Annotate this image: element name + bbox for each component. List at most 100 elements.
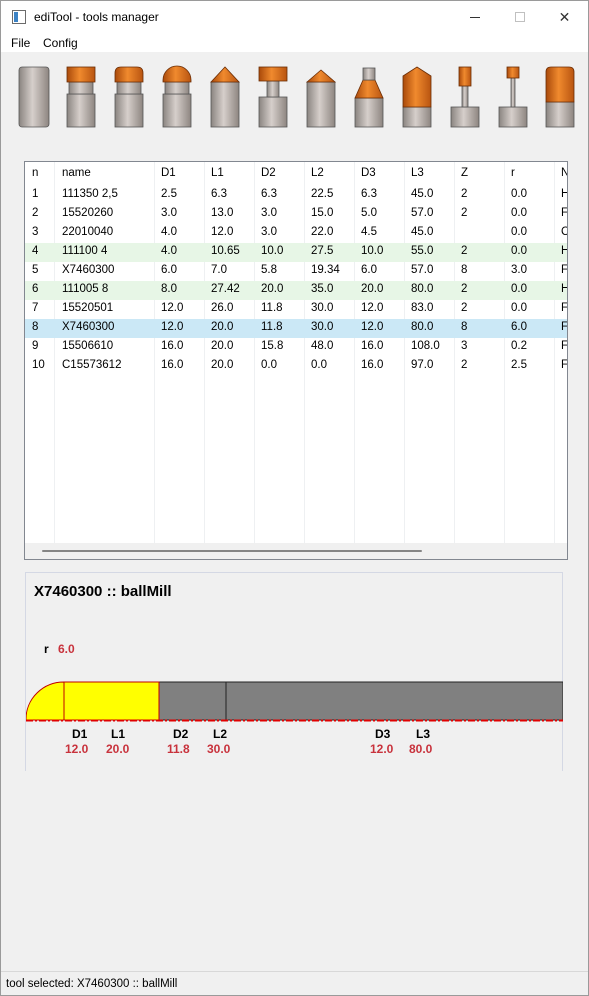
tool-button-countersink[interactable]: [401, 64, 437, 130]
small-engraving-icon: [498, 66, 528, 128]
tool-button-flat-mill[interactable]: [18, 64, 54, 130]
table-cell: 6.0: [361, 264, 377, 276]
tool-button-chamfer-mill[interactable]: [209, 64, 245, 130]
d2-label: D2: [173, 727, 189, 741]
l2-label: L2: [213, 727, 228, 741]
tool-button-bull-mill[interactable]: [113, 64, 149, 130]
table-cell: 5.0: [361, 207, 377, 219]
table-cell: 16.0: [161, 359, 184, 371]
l3-value: 80.0: [409, 742, 433, 756]
d3-value: 12.0: [370, 742, 394, 756]
table-cell: 0.2: [511, 340, 527, 352]
table-cell: 3.0: [261, 226, 277, 238]
tool-detail-panel: X7460300 :: ballMill r 6.0 D1 12.0 L1 20…: [25, 572, 563, 771]
table-cell: 11.8: [261, 302, 283, 314]
table-cell: C15573612: [62, 359, 122, 371]
table-cell: 20.0: [211, 340, 234, 352]
column-header[interactable]: D2: [261, 167, 276, 179]
table-cell: 15506610: [62, 340, 114, 352]
table-cell: 27.5: [311, 245, 334, 257]
table-cell: 6.3: [261, 188, 277, 200]
table-cell: 20.0: [211, 321, 234, 333]
column-header[interactable]: name: [62, 167, 91, 179]
table-row[interactable]: 9 15506610 16.0 20.0 15.8 48.0 16.0 108.0 3 0.2 F: [25, 338, 567, 357]
tool-button-rough-mill[interactable]: [544, 64, 580, 130]
l3-label: L3: [416, 727, 431, 741]
column-header[interactable]: D3: [361, 167, 376, 179]
table-row[interactable]: 4 111100 4 4.0 10.65 10.0 27.5 10.0 55.0 2 0.0 H: [25, 243, 567, 262]
table-cell: 16.0: [361, 359, 384, 371]
table-header: n name D1 L1 D2 L2 D3 L3 Z r N: [25, 165, 567, 184]
tool-profile-diagram: [26, 681, 563, 722]
column-header[interactable]: n: [32, 167, 38, 179]
table-cell: 0.0: [511, 226, 527, 238]
tool-button-small-engraving[interactable]: [497, 64, 533, 130]
column-header[interactable]: L3: [411, 167, 424, 179]
window-title: ediTool - tools manager: [34, 10, 159, 24]
table-cell: 10.0: [361, 245, 384, 257]
table-cell: F: [561, 359, 568, 371]
table-cell: 22010040: [62, 226, 114, 238]
table-row[interactable]: 1 111350 2,5 2.5 6.3 6.3 22.5 6.3 45.0 2 0.0 H: [25, 186, 567, 205]
rough-mill-icon: [545, 66, 575, 128]
horizontal-scrollbar[interactable]: [25, 543, 567, 559]
ball-nose: [26, 681, 65, 721]
column-header[interactable]: L2: [311, 167, 324, 179]
table-cell: 35.0: [311, 283, 334, 295]
l1-label: L1: [111, 727, 126, 741]
table-cell: 13.0: [211, 207, 234, 219]
table-cell: 7.0: [211, 264, 227, 276]
bull-mill-icon: [114, 66, 144, 128]
table-cell: 48.0: [311, 340, 334, 352]
app-icon: [12, 10, 26, 24]
table-cell: 27.42: [211, 283, 240, 295]
table-cell: F: [561, 302, 568, 314]
table-cell: 30.0: [311, 321, 334, 333]
table-row[interactable]: 6111005 88.027.4220.035.020.080.020.0H: [25, 281, 567, 300]
table-cell: 4.5: [361, 226, 377, 238]
table-row[interactable]: 3 22010040 4.0 12.0 3.0 22.0 4.5 45.0 0.0 C: [25, 224, 567, 243]
table-cell: 2: [461, 359, 468, 371]
tool-button-ball-mill[interactable]: [161, 64, 197, 130]
table-row[interactable]: 5 X7460300 6.0 7.0 5.8 19.34 6.0 57.0 8 3.0 F: [25, 262, 567, 281]
minimize-icon: [469, 16, 480, 18]
stepped-tool-icon: [66, 66, 96, 128]
tool-button-engraving[interactable]: [449, 64, 485, 130]
table-cell: 2: [461, 245, 468, 257]
table-cell: 11.8: [261, 321, 283, 333]
l1-value: 20.0: [106, 742, 130, 756]
table-row[interactable]: 7 15520501 12.0 26.0 11.8 30.0 12.0 83.0 2 0.0 F: [25, 300, 567, 319]
column-header[interactable]: L1: [211, 167, 224, 179]
table-cell: 2: [461, 188, 468, 200]
close-button[interactable]: ✕: [542, 1, 587, 33]
countersink-icon: [402, 66, 432, 128]
table-cell: 0.0: [261, 359, 277, 371]
tool-button-t-slot-mill[interactable]: [257, 64, 293, 130]
column-header[interactable]: r: [511, 167, 515, 179]
tool-button-stepped[interactable]: [65, 64, 101, 130]
menu-config[interactable]: Config: [43, 36, 78, 50]
tools-table[interactable]: n name D1 L1 D2 L2 D3 L3 Z r N 1 111350 2…: [24, 161, 568, 560]
column-header[interactable]: Z: [461, 167, 468, 179]
column-header[interactable]: N: [561, 167, 567, 179]
table-cell: 80.0: [411, 283, 434, 295]
maximize-button[interactable]: [497, 1, 542, 33]
tool-detail-title: X7460300 :: ballMill: [34, 583, 172, 600]
tool-button-drill[interactable]: [305, 64, 341, 130]
table-row[interactable]: 2 15520260 3.0 13.0 3.0 15.0 5.0 57.0 2 0.0 F: [25, 205, 567, 224]
table-row[interactable]: 10 C15573612 16.0 20.0 0.0 0.0 16.0 97.0 2 2.5 F: [25, 357, 567, 376]
table-cell: 15520501: [62, 302, 114, 314]
table-cell: 19.34: [311, 264, 340, 276]
menu-file[interactable]: File: [11, 36, 30, 50]
table-cell: 1: [32, 188, 39, 200]
scrollbar-thumb[interactable]: [42, 550, 422, 552]
table-cell: H: [561, 245, 567, 257]
table-cell: 26.0: [211, 302, 234, 314]
minimize-button[interactable]: [452, 1, 497, 33]
table-cell: 0.0: [511, 283, 527, 295]
table-cell: 2: [461, 283, 468, 295]
table-cell: H: [561, 283, 567, 295]
column-header[interactable]: D1: [161, 167, 176, 179]
tool-button-center-drill[interactable]: [353, 64, 389, 130]
table-row-selected[interactable]: 8 X7460300 12.0 20.0 11.8 30.0 12.0 80.0 8 6.0 F: [25, 319, 567, 338]
